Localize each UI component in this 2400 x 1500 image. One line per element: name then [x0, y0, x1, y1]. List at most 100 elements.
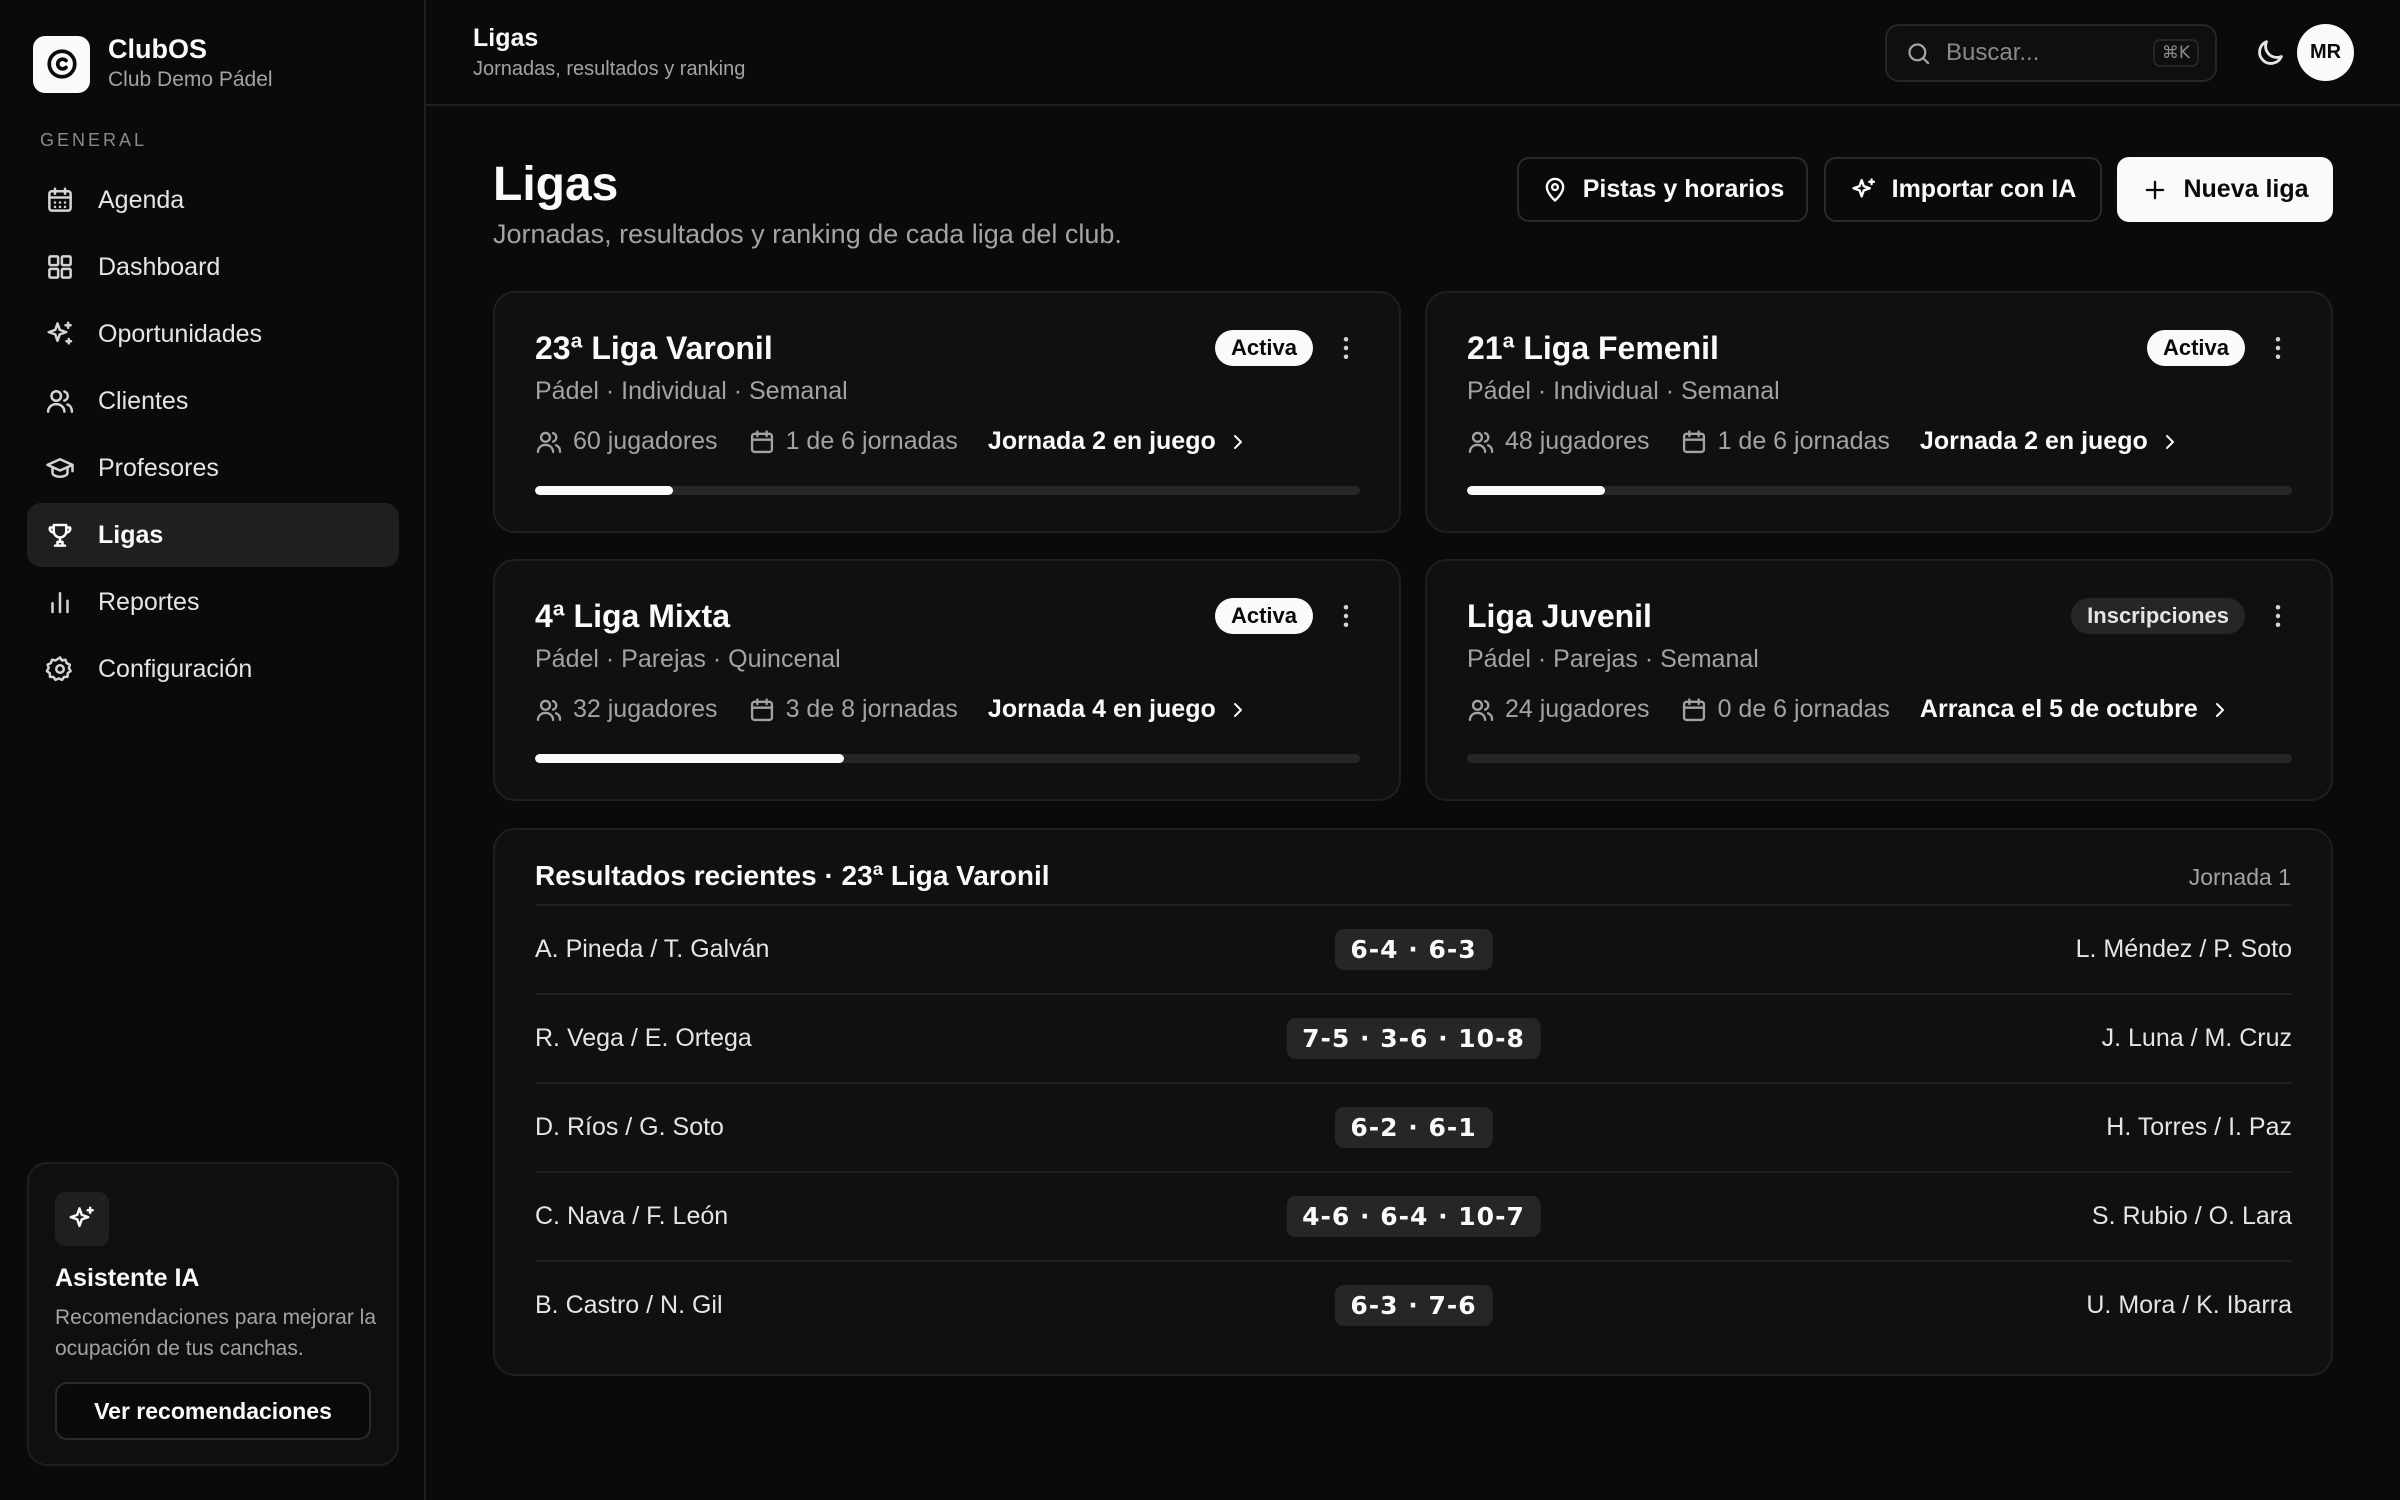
more-vertical-icon[interactable]: [2263, 333, 2293, 363]
avatar[interactable]: MR: [2297, 24, 2354, 81]
sidebar-item-dashboard[interactable]: Dashboard: [27, 235, 399, 299]
sidebar-item-oportunidades[interactable]: Oportunidades: [27, 302, 399, 366]
search-input[interactable]: Buscar... ⌘K: [1885, 24, 2217, 82]
league-players: 60 jugadores: [573, 427, 718, 455]
bar-chart-icon: [51, 592, 69, 614]
league-round-link-label: Arranca el 5 de octubre: [1919, 695, 2198, 723]
match-score: 4-6 · 6-4 · 10-7: [1286, 1196, 1541, 1237]
league-card[interactable]: 21ª Liga Femenil Pádel · Individual · Se…: [1425, 291, 2333, 533]
sidebar-item-configuracion[interactable]: Configuración: [27, 637, 399, 701]
sidebar-item-ligas[interactable]: Ligas: [27, 503, 399, 567]
league-card[interactable]: 23ª Liga Varonil Pádel · Individual · Se…: [493, 291, 1401, 533]
brand[interactable]: ClubOS Club Demo Pádel: [33, 33, 273, 95]
league-progress-fill: [535, 486, 673, 495]
courts-schedule-label: Pistas y horarios: [1582, 175, 1785, 203]
sidebar-item-label: Reportes: [98, 587, 200, 616]
theme-toggle-button[interactable]: [2253, 36, 2287, 70]
sidebar-item-label: Ligas: [98, 520, 164, 549]
map-pin-icon: [1545, 177, 1565, 202]
status-badge: Inscripciones: [2071, 598, 2245, 634]
topbar-title: Ligas: [473, 24, 539, 52]
brand-name: ClubOS: [108, 34, 207, 64]
sidebar-item-label: Clientes: [98, 386, 189, 415]
more-vertical-icon[interactable]: [2263, 601, 2293, 631]
search-shortcut: ⌘K: [2152, 39, 2199, 67]
status-badge: Activa: [1214, 330, 1313, 366]
sidebar-item-label: Agenda: [98, 185, 185, 214]
sparkles-icon: [47, 321, 73, 345]
status-badge: Activa: [2146, 330, 2245, 366]
sidebar-nav: Agenda Dashboard Oportunidades Clientes: [27, 168, 399, 704]
users-icon: [536, 431, 562, 453]
league-name: Liga Juvenil: [1467, 598, 1652, 634]
sidebar: ClubOS Club Demo Pádel General Agenda Da…: [0, 0, 426, 1500]
ai-card-description: Recomendaciones para mejorar la ocupació…: [55, 1306, 376, 1360]
league-progress-fill: [535, 754, 845, 763]
league-round-link[interactable]: Jornada 2 en juego: [1920, 427, 2182, 456]
chevron-right-icon: [2165, 434, 2174, 449]
league-round-link[interactable]: Jornada 4 en juego: [988, 695, 1250, 724]
grid-icon: [48, 255, 72, 279]
results-title: Resultados recientes · 23ª Liga Varonil: [535, 860, 1050, 891]
topbar: Ligas Jornadas, resultados y ranking Bus…: [426, 0, 2400, 106]
league-card[interactable]: 4ª Liga Mixta Pádel · Parejas · Quincena…: [493, 559, 1401, 801]
away-team: S. Rubio / O. Lara: [2091, 1202, 2292, 1230]
table-row[interactable]: A. Pineda / T. Galván 6-4 · 6-3 L. Ménde…: [535, 904, 2292, 993]
results-round: Jornada 1: [2188, 864, 2291, 890]
home-team: B. Castro / N. Gil: [535, 1291, 723, 1319]
away-team: U. Mora / K. Ibarra: [2086, 1291, 2292, 1319]
sidebar-item-profesores[interactable]: Profesores: [27, 436, 399, 500]
match-score: 6-2 · 6-1: [1334, 1107, 1493, 1148]
league-meta: Pádel · Parejas · Quincenal: [535, 645, 841, 673]
away-team: H. Torres / I. Paz: [2106, 1113, 2292, 1141]
view-recommendations-button[interactable]: Ver recomendaciones: [55, 1382, 371, 1440]
status-badge: Activa: [1214, 598, 1313, 634]
calendar-icon: [750, 697, 773, 721]
nav-section-label: General: [40, 130, 148, 150]
chevron-right-icon: [2215, 702, 2224, 717]
league-progress-fill: [1467, 486, 1605, 495]
league-meta: Pádel · Parejas · Semanal: [1467, 645, 1759, 673]
more-vertical-icon[interactable]: [1331, 333, 1361, 363]
sidebar-item-agenda[interactable]: Agenda: [27, 168, 399, 232]
calendar-icon: [48, 187, 72, 212]
league-round-link-label: Jornada 2 en juego: [987, 427, 1216, 455]
search-icon: [1908, 42, 1930, 64]
users-icon: [1468, 699, 1494, 721]
ai-card-title: Asistente IA: [55, 1264, 200, 1292]
table-row[interactable]: D. Ríos / G. Soto 6-2 · 6-1 H. Torres / …: [535, 1082, 2292, 1171]
results-list: A. Pineda / T. Galván 6-4 · 6-3 L. Ménde…: [535, 904, 2292, 1349]
league-progress-bar: [1467, 754, 2292, 763]
sparkles-icon: [55, 1192, 109, 1246]
new-league-label: Nueva liga: [2183, 175, 2309, 203]
moon-icon: [2258, 40, 2283, 65]
import-ai-label: Importar con IA: [1891, 175, 2077, 203]
match-score: 7-5 · 3-6 · 10-8: [1286, 1018, 1541, 1059]
table-row[interactable]: C. Nava / F. León 4-6 · 6-4 · 10-7 S. Ru…: [535, 1171, 2292, 1260]
calendar-icon: [1682, 697, 1705, 721]
topbar-subtitle: Jornadas, resultados y ranking: [473, 58, 746, 80]
recent-results-card: Resultados recientes · 23ª Liga Varonil …: [493, 828, 2333, 1376]
league-round-link[interactable]: Arranca el 5 de octubre: [1920, 695, 2232, 724]
sidebar-item-clientes[interactable]: Clientes: [27, 369, 399, 433]
trophy-icon: [48, 523, 72, 547]
more-vertical-icon[interactable]: [1331, 601, 1361, 631]
league-rounds: 3 de 8 jornadas: [785, 695, 958, 723]
table-row[interactable]: R. Vega / E. Ortega 7-5 · 3-6 · 10-8 J. …: [535, 993, 2292, 1082]
home-team: A. Pineda / T. Galván: [535, 935, 770, 963]
league-progress-bar: [535, 486, 1360, 495]
courts-schedule-button[interactable]: Pistas y horarios: [1517, 157, 1808, 222]
league-round-link-label: Jornada 4 en juego: [987, 695, 1216, 723]
sidebar-item-reportes[interactable]: Reportes: [27, 570, 399, 634]
league-round-link[interactable]: Jornada 2 en juego: [988, 427, 1250, 456]
brand-subtitle: Club Demo Pádel: [108, 68, 273, 91]
league-name: 21ª Liga Femenil: [1467, 330, 1719, 366]
league-players: 48 jugadores: [1505, 427, 1650, 455]
league-name: 23ª Liga Varonil: [535, 330, 773, 366]
ai-assistant-card: Asistente IA Recomendaciones para mejora…: [27, 1162, 399, 1466]
table-row[interactable]: B. Castro / N. Gil 6-3 · 7-6 U. Mora / K…: [535, 1260, 2292, 1349]
league-card[interactable]: Liga Juvenil Pádel · Parejas · Semanal I…: [1425, 559, 2333, 801]
sidebar-item-label: Dashboard: [98, 252, 221, 281]
new-league-button[interactable]: Nueva liga: [2117, 157, 2333, 222]
import-ai-button[interactable]: Importar con IA: [1824, 157, 2102, 222]
